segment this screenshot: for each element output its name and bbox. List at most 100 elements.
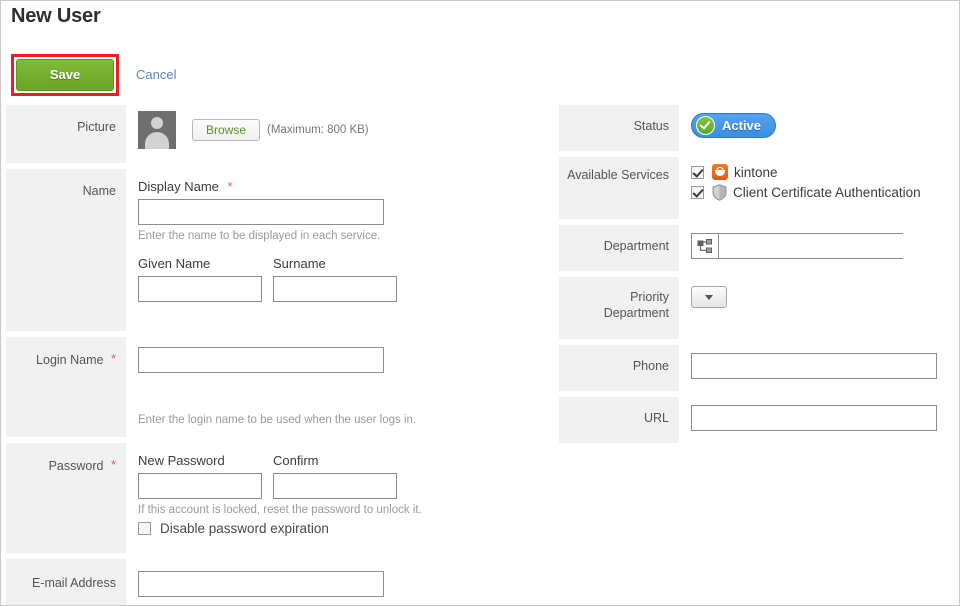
surname-label: Surname <box>273 256 326 271</box>
password-hint: If this account is locked, reset the pas… <box>138 504 422 516</box>
picture-body: Browse (Maximum: 800 KB) <box>138 105 551 149</box>
user-avatar-icon <box>138 111 176 149</box>
url-label-text: URL <box>643 411 669 425</box>
password-required-marker: * <box>110 457 116 472</box>
display-name-required-marker: * <box>227 179 233 194</box>
priority-department-label: Priority Department <box>559 277 679 339</box>
confirm-password-label: Confirm <box>273 453 319 468</box>
email-body <box>138 559 551 601</box>
phone-label: Phone <box>559 345 679 391</box>
name-label: Name <box>6 169 126 331</box>
service-client-certificate-checkbox[interactable] <box>691 186 704 199</box>
status-label-text: Status <box>633 119 669 133</box>
login-name-required-marker: * <box>110 351 116 366</box>
disable-password-expiration-checkbox[interactable] <box>138 522 151 535</box>
left-column: Picture Browse (Maximum: 800 KB) Name Di… <box>6 105 551 605</box>
field-row-name: Name Display Name * Enter the name to be… <box>6 169 551 331</box>
status-label: Status <box>559 105 679 151</box>
status-badge[interactable]: Active <box>691 113 777 138</box>
field-row-department: Department <box>559 225 957 271</box>
new-password-group: New Password <box>138 453 262 499</box>
service-item-client-certificate[interactable]: Client Certificate Authentication <box>691 184 957 201</box>
password-label: Password * <box>6 443 126 553</box>
priority-department-label-text: Priority Department <box>603 290 669 320</box>
field-row-login-name: Login Name * Enter the login name to be … <box>6 337 551 437</box>
new-password-label: New Password <box>138 453 225 468</box>
surname-group: Surname <box>273 256 397 302</box>
field-row-available-services: Available Services kintone Client Certif… <box>559 157 957 219</box>
department-picker[interactable] <box>691 233 903 259</box>
department-input[interactable] <box>719 234 903 258</box>
password-label-text: Password <box>48 459 104 473</box>
email-label: E-mail Address <box>6 559 126 605</box>
field-row-status: Status Active <box>559 105 957 151</box>
password-body: New Password Confirm If this account is … <box>138 443 551 536</box>
disable-password-expiration-row[interactable]: Disable password expiration <box>138 521 551 536</box>
shield-icon <box>712 184 727 201</box>
picture-max-size-note: (Maximum: 800 KB) <box>267 124 369 136</box>
url-body <box>691 397 957 435</box>
field-row-priority-department: Priority Department <box>559 277 957 339</box>
avatar-head <box>151 117 163 129</box>
name-pair: Given Name Surname <box>138 256 551 302</box>
url-input[interactable] <box>691 405 937 431</box>
display-name-label: Display Name * <box>138 179 551 194</box>
avatar-body <box>145 132 169 149</box>
service-client-certificate-label: Client Certificate Authentication <box>733 185 921 200</box>
service-item-kintone[interactable]: kintone <box>691 164 957 180</box>
page-title: New User <box>11 5 101 27</box>
given-name-label: Given Name <box>138 256 211 271</box>
picture-label-text: Picture <box>77 120 116 134</box>
login-name-label-text: Login Name <box>36 353 104 367</box>
right-column: Status Active Available Services kintone <box>559 105 957 449</box>
field-row-password: Password * New Password Confirm If this … <box>6 443 551 553</box>
action-bar: Save Cancel <box>1 53 959 97</box>
login-name-label: Login Name * <box>6 337 126 437</box>
login-name-body: Enter the login name to be used when the… <box>138 337 551 426</box>
service-kintone-checkbox[interactable] <box>691 165 704 179</box>
disable-password-expiration-label: Disable password expiration <box>160 521 329 536</box>
picture-label: Picture <box>6 105 126 163</box>
phone-body <box>691 345 957 383</box>
given-name-input[interactable] <box>138 276 262 302</box>
given-name-group: Given Name <box>138 256 262 302</box>
status-badge-text: Active <box>722 118 762 133</box>
check-circle-icon <box>696 116 715 135</box>
department-body <box>691 225 957 263</box>
kintone-icon <box>712 164 728 180</box>
login-name-hint: Enter the login name to be used when the… <box>138 414 417 426</box>
field-row-phone: Phone <box>559 345 957 391</box>
login-name-input[interactable] <box>138 347 384 373</box>
department-label-text: Department <box>603 239 669 253</box>
phone-input[interactable] <box>691 353 937 379</box>
cancel-link[interactable]: Cancel <box>136 67 176 82</box>
priority-department-body <box>691 277 957 316</box>
priority-department-dropdown[interactable] <box>691 286 727 308</box>
surname-input[interactable] <box>273 276 397 302</box>
phone-label-text: Phone <box>632 359 669 373</box>
available-services-label: Available Services <box>559 157 679 219</box>
url-label: URL <box>559 397 679 443</box>
org-tree-icon[interactable] <box>692 234 719 258</box>
new-password-input[interactable] <box>138 473 262 499</box>
save-button[interactable]: Save <box>16 59 114 91</box>
email-input[interactable] <box>138 571 384 597</box>
display-name-input[interactable] <box>138 199 384 225</box>
display-name-hint: Enter the name to be displayed in each s… <box>138 230 381 242</box>
available-services-body: kintone Client Certificate Authenticatio… <box>691 157 957 201</box>
password-pair: New Password Confirm <box>138 453 551 499</box>
field-row-email: E-mail Address <box>6 559 551 605</box>
service-kintone-label: kintone <box>734 164 778 180</box>
field-row-url: URL <box>559 397 957 443</box>
status-body: Active <box>691 105 957 143</box>
email-label-text: E-mail Address <box>31 576 116 590</box>
department-label: Department <box>559 225 679 271</box>
name-label-text: Name <box>82 184 116 198</box>
display-name-label-text: Display Name <box>138 179 219 194</box>
field-row-picture: Picture Browse (Maximum: 800 KB) <box>6 105 551 163</box>
confirm-password-group: Confirm <box>273 453 397 499</box>
name-body: Display Name * Enter the name to be disp… <box>138 169 551 302</box>
available-services-label-text: Available Services <box>567 168 669 182</box>
browse-button[interactable]: Browse <box>192 119 261 141</box>
confirm-password-input[interactable] <box>273 473 397 499</box>
